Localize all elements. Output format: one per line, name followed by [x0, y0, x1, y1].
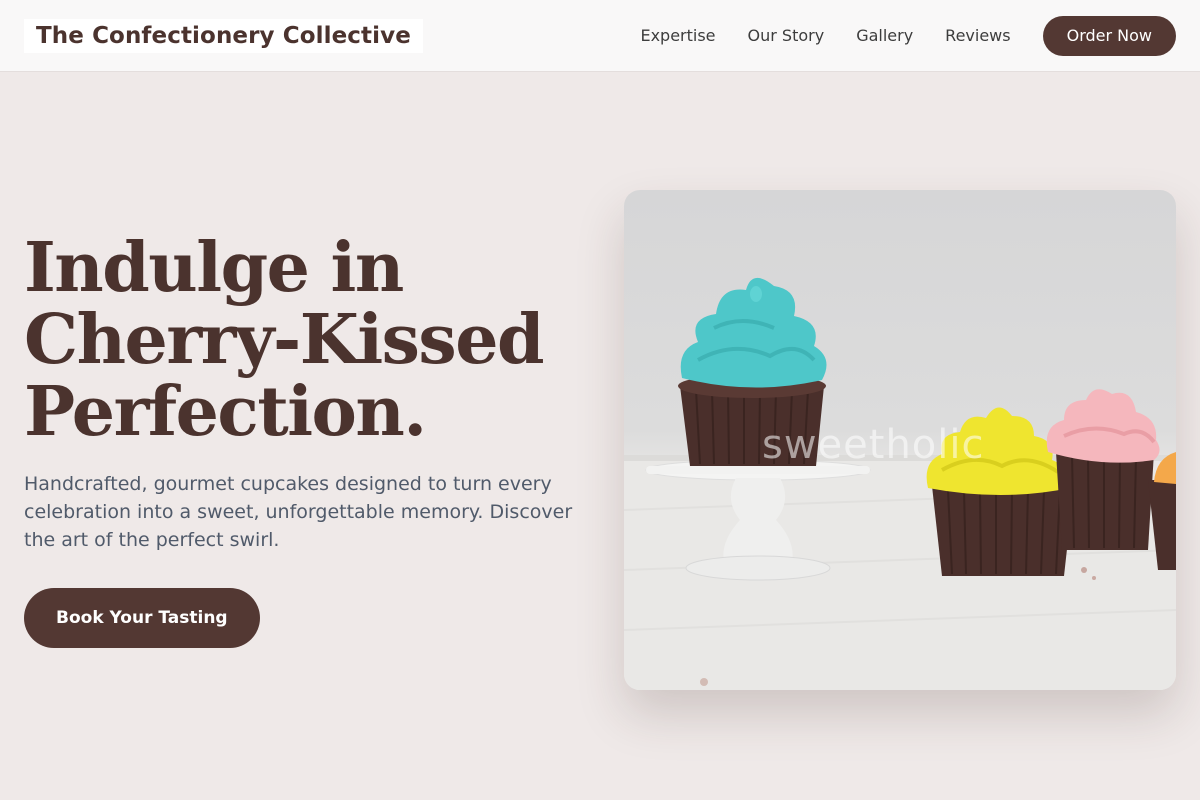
- nav-link-our-story[interactable]: Our Story: [748, 26, 825, 45]
- main-nav: Expertise Our Story Gallery Reviews Orde…: [640, 15, 1176, 56]
- hero-title-line-1: Indulge in: [24, 228, 404, 308]
- nav-link-reviews[interactable]: Reviews: [945, 26, 1010, 45]
- hero-subtitle: Handcrafted, gourmet cupcakes designed t…: [24, 473, 573, 551]
- hero-title: Indulge in Cherry-Kissed Perfection.: [24, 232, 584, 448]
- nav-link-gallery[interactable]: Gallery: [856, 26, 913, 45]
- order-now-button[interactable]: Order Now: [1042, 15, 1176, 56]
- book-tasting-button[interactable]: Book Your Tasting: [24, 588, 260, 648]
- brand-logo[interactable]: The Confectionery Collective: [24, 18, 423, 53]
- hero-title-line-2: Cherry-Kissed: [24, 300, 545, 380]
- hero-section: Indulge in Cherry-Kissed Perfection. Han…: [24, 232, 584, 554]
- site-header: The Confectionery Collective Expertise O…: [0, 0, 1200, 72]
- nav-link-expertise[interactable]: Expertise: [640, 26, 715, 45]
- image-watermark: sweetholic: [762, 422, 985, 468]
- cupcake-photo: sweetholic: [624, 190, 1176, 690]
- hero-title-line-3: Perfection.: [24, 372, 427, 452]
